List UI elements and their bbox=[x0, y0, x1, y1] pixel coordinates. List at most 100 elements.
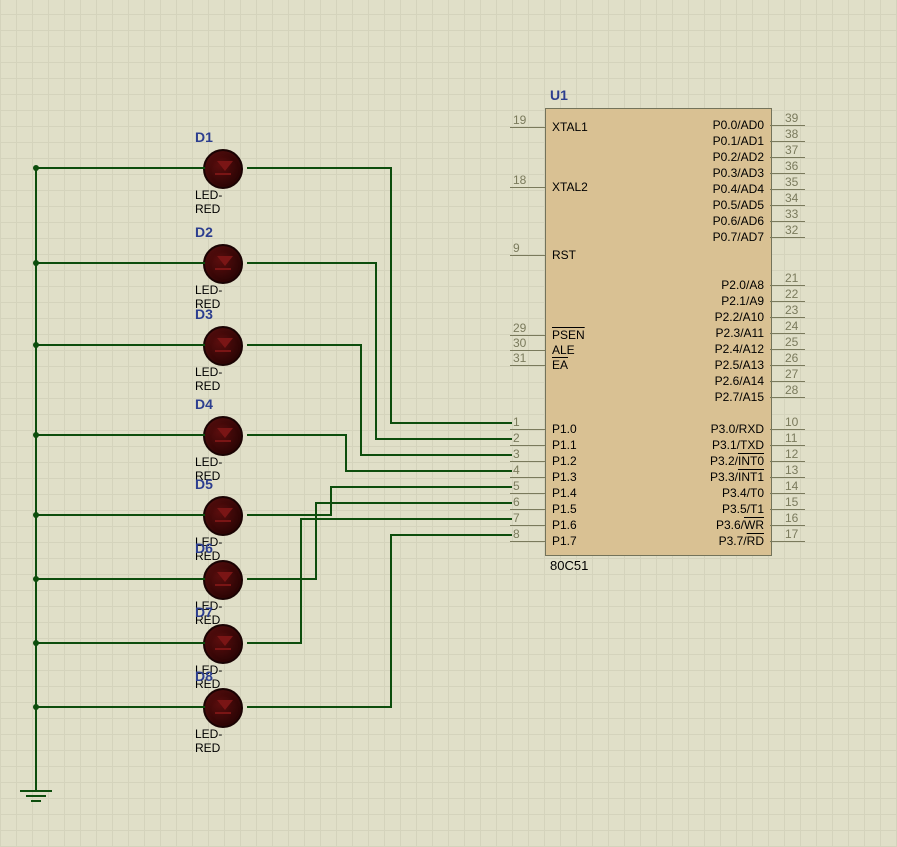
wire bbox=[35, 514, 205, 516]
pin-label: P0.4/AD4 bbox=[713, 182, 764, 196]
pin-label: P2.5/A13 bbox=[715, 358, 764, 372]
wire bbox=[35, 642, 205, 644]
pin-number: 4 bbox=[513, 463, 520, 477]
wire bbox=[247, 262, 377, 264]
pin-number: 25 bbox=[785, 335, 798, 349]
pin-line bbox=[770, 237, 805, 238]
pin-line bbox=[770, 205, 805, 206]
pin-line bbox=[770, 221, 805, 222]
pin-number: 29 bbox=[513, 321, 526, 335]
pin-label: P0.1/AD1 bbox=[713, 134, 764, 148]
pin-label: P2.0/A8 bbox=[721, 278, 764, 292]
pin-number: 14 bbox=[785, 479, 798, 493]
pin-line bbox=[770, 525, 805, 526]
pin-line bbox=[770, 477, 805, 478]
chip-name: 80C51 bbox=[550, 558, 588, 573]
pin-label: P2.1/A9 bbox=[721, 294, 764, 308]
pin-line bbox=[770, 173, 805, 174]
pin-label: RST bbox=[552, 248, 576, 262]
pin-line bbox=[770, 317, 805, 318]
pin-line bbox=[510, 127, 545, 128]
wire bbox=[35, 167, 205, 169]
pin-number: 35 bbox=[785, 175, 798, 189]
pin-label: P1.1 bbox=[552, 438, 577, 452]
pin-line bbox=[770, 381, 805, 382]
pin-number: 26 bbox=[785, 351, 798, 365]
led-body-icon bbox=[203, 244, 243, 284]
pin-label: P1.3 bbox=[552, 470, 577, 484]
led-body-icon bbox=[203, 624, 243, 664]
pin-label: P0.6/AD6 bbox=[713, 214, 764, 228]
pin-line bbox=[770, 461, 805, 462]
pin-line bbox=[770, 333, 805, 334]
wire bbox=[375, 438, 512, 440]
wire bbox=[300, 518, 512, 520]
pin-label: P0.0/AD0 bbox=[713, 118, 764, 132]
wire bbox=[315, 502, 317, 580]
led-ref: D3 bbox=[195, 306, 213, 322]
wire bbox=[390, 422, 512, 424]
pin-number: 21 bbox=[785, 271, 798, 285]
pin-line bbox=[770, 125, 805, 126]
pin-number: 33 bbox=[785, 207, 798, 221]
pin-number: 34 bbox=[785, 191, 798, 205]
pin-line bbox=[770, 493, 805, 494]
wire bbox=[35, 344, 205, 346]
pin-label: P3.6/WR bbox=[716, 518, 764, 532]
pin-line bbox=[510, 493, 545, 494]
pin-number: 9 bbox=[513, 241, 520, 255]
pin-label: XTAL2 bbox=[552, 180, 588, 194]
wire bbox=[360, 454, 512, 456]
pin-label: XTAL1 bbox=[552, 120, 588, 134]
pin-label: EA bbox=[552, 358, 568, 372]
led-ref: D1 bbox=[195, 129, 213, 145]
led-value: LED-RED bbox=[195, 188, 222, 216]
pin-number: 23 bbox=[785, 303, 798, 317]
pin-line bbox=[770, 365, 805, 366]
wire bbox=[360, 344, 362, 456]
pin-number: 6 bbox=[513, 495, 520, 509]
pin-number: 19 bbox=[513, 113, 526, 127]
pin-line bbox=[770, 301, 805, 302]
led-ref: D4 bbox=[195, 396, 213, 412]
pin-number: 3 bbox=[513, 447, 520, 461]
pin-number: 1 bbox=[513, 415, 520, 429]
pin-line bbox=[770, 445, 805, 446]
led-body-icon bbox=[203, 496, 243, 536]
chip-ref: U1 bbox=[550, 87, 568, 103]
pin-number: 2 bbox=[513, 431, 520, 445]
pin-number: 17 bbox=[785, 527, 798, 541]
wire bbox=[247, 344, 362, 346]
wire bbox=[247, 578, 317, 580]
pin-line bbox=[510, 187, 545, 188]
pin-line bbox=[770, 189, 805, 190]
pin-number: 24 bbox=[785, 319, 798, 333]
wire bbox=[35, 578, 205, 580]
pin-number: 32 bbox=[785, 223, 798, 237]
pin-label: P2.7/A15 bbox=[715, 390, 764, 404]
pin-label: P3.5/T1 bbox=[722, 502, 764, 516]
pin-number: 8 bbox=[513, 527, 520, 541]
pin-label: P3.4/T0 bbox=[722, 486, 764, 500]
wire bbox=[390, 167, 392, 424]
pin-number: 15 bbox=[785, 495, 798, 509]
pin-label: P0.5/AD5 bbox=[713, 198, 764, 212]
led-body-icon bbox=[203, 416, 243, 456]
pin-line bbox=[770, 157, 805, 158]
ground-symbol bbox=[20, 790, 52, 802]
wire bbox=[35, 434, 205, 436]
pin-line bbox=[770, 429, 805, 430]
pin-label: P1.6 bbox=[552, 518, 577, 532]
pin-label: P2.4/A12 bbox=[715, 342, 764, 356]
led-body-icon bbox=[203, 560, 243, 600]
pin-number: 38 bbox=[785, 127, 798, 141]
pin-number: 22 bbox=[785, 287, 798, 301]
wire bbox=[330, 486, 332, 516]
pin-number: 16 bbox=[785, 511, 798, 525]
wire bbox=[315, 502, 512, 504]
pin-number: 27 bbox=[785, 367, 798, 381]
pin-label: P1.4 bbox=[552, 486, 577, 500]
pin-line bbox=[510, 461, 545, 462]
pin-label: P0.2/AD2 bbox=[713, 150, 764, 164]
pin-label: P3.7/RD bbox=[719, 534, 764, 548]
